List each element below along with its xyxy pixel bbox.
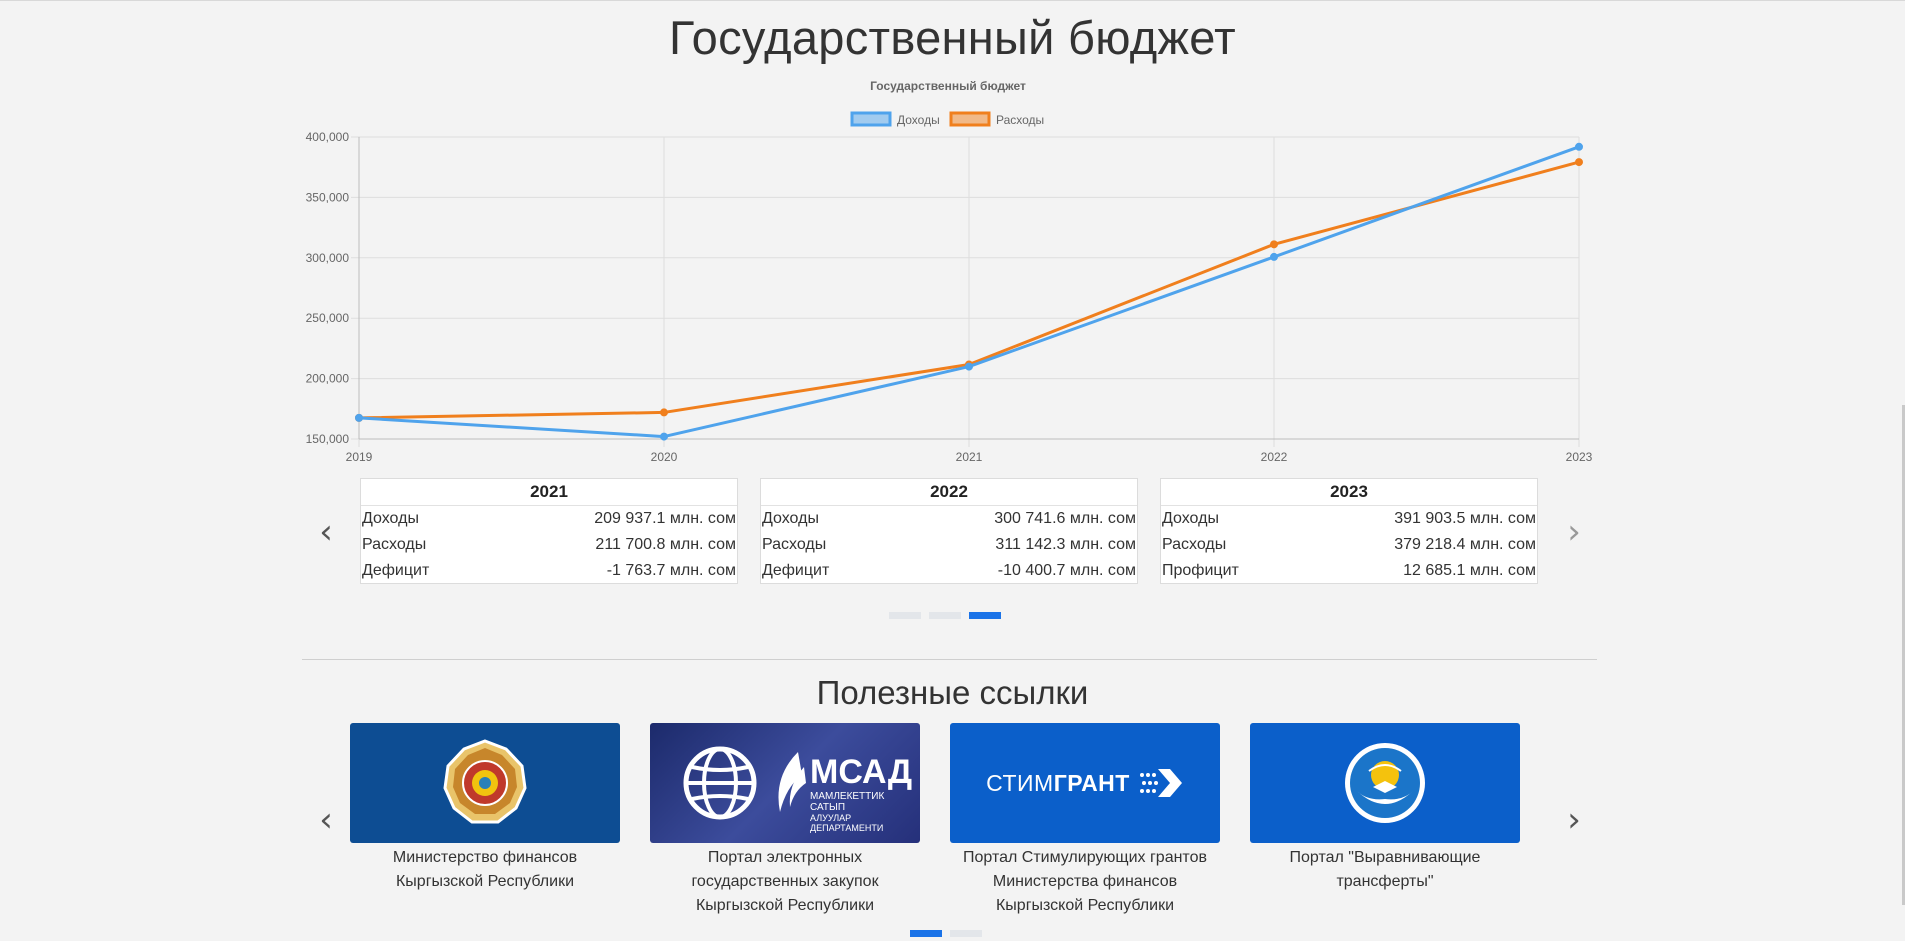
budget-row-value: 311 142.3 млн. сом <box>995 536 1136 553</box>
y-tick-label: 150,000 <box>306 432 350 446</box>
series-point[interactable] <box>355 413 363 422</box>
x-tick-label: 2023 <box>1566 450 1593 464</box>
link-tile[interactable]: СТИМГРАНТ <box>950 723 1220 843</box>
stimgrant-arrow-icon <box>1139 769 1182 797</box>
links-prev-arrow-icon[interactable]: ‹ <box>311 800 341 840</box>
msad-logo-sub2: АЛУУЛАР ДЕПАРТАМЕНТИ <box>810 813 884 833</box>
budget-card-row: Расходы 211 700.8 млн. сом <box>361 532 737 558</box>
links-carousel-indicators[interactable] <box>910 930 982 937</box>
budget-card: 2023 Доходы 391 903.5 млн. сом Расходы 379 2… <box>1160 478 1538 584</box>
series-point[interactable] <box>1270 252 1278 261</box>
ministry-emblem-icon <box>443 739 527 824</box>
budget-row-value: 379 218.4 млн. сом <box>1394 536 1536 553</box>
y-tick-label: 400,000 <box>306 130 350 144</box>
x-tick-label: 2021 <box>956 450 983 464</box>
section-divider <box>302 659 1597 660</box>
kyrgyz-emblem-icon <box>1345 743 1425 823</box>
budget-prev-arrow-icon[interactable]: ‹ <box>311 512 341 552</box>
budget-card: 2022 Доходы 300 741.6 млн. сом Расходы 311 1… <box>760 478 1138 584</box>
budget-row-label: Доходы <box>1162 510 1219 527</box>
x-tick-label: 2019 <box>346 450 373 464</box>
budget-row-label: Расходы <box>362 536 427 553</box>
y-tick-label: 300,000 <box>306 251 350 265</box>
y-tick-label: 200,000 <box>306 372 350 386</box>
budget-card-year: 2023 <box>1161 479 1537 506</box>
link-tile[interactable] <box>350 723 620 843</box>
budget-carousel-indicators[interactable] <box>889 612 1001 619</box>
series-point[interactable] <box>1270 240 1278 249</box>
carousel-indicator[interactable] <box>910 930 942 937</box>
link-tile[interactable]: МСАД МАМЛЕКЕТТИК САТЫП АЛУУЛАР ДЕПАРТАМЕ… <box>650 723 920 843</box>
x-axis-ticks: 2019 2020 2021 2022 2023 <box>346 450 1593 464</box>
chart-grid <box>351 136 1580 447</box>
x-tick-label: 2022 <box>1261 450 1288 464</box>
carousel-indicator[interactable] <box>950 930 982 937</box>
budget-card-row: Доходы 391 903.5 млн. сом <box>1161 506 1537 532</box>
series-point[interactable] <box>1575 158 1583 167</box>
budget-row-label: Расходы <box>1162 536 1227 553</box>
budget-card-year: 2021 <box>361 479 737 506</box>
budget-card-row: Расходы 379 218.4 млн. сом <box>1161 532 1537 558</box>
carousel-indicator[interactable] <box>969 612 1001 619</box>
msad-logo-icon: МСАД МАМЛЕКЕТТИК САТЫП АЛУУЛАР ДЕПАРТАМЕ… <box>810 755 920 833</box>
link-card-ministry[interactable]: Министерство финансов Кыргызской Республ… <box>350 723 620 894</box>
link-caption[interactable]: Портал "Выравнивающие трансферты" <box>1250 846 1520 894</box>
msad-wing-icon <box>778 752 806 812</box>
legend-swatch[interactable] <box>949 111 991 127</box>
carousel-indicator[interactable] <box>929 612 961 619</box>
budget-row-value: -1 763.7 млн. сом <box>606 562 736 579</box>
links-section-title: Полезные ссылки <box>816 674 1089 711</box>
chart-title: Государственный бюджет <box>870 79 1026 93</box>
budget-row-value: 12 685.1 млн. сом <box>1403 562 1536 579</box>
chart-legend[interactable]: Доходы Расходы <box>850 111 1044 127</box>
links-next-arrow-icon[interactable]: › <box>1559 800 1589 840</box>
stimgrant-logo-icon: СТИМГРАНТ <box>986 770 1130 797</box>
budget-card-row: Доходы 209 937.1 млн. сом <box>361 506 737 532</box>
stimgrant-logo-light: СТИМ <box>986 769 1054 796</box>
link-caption[interactable]: Портал электронных государственных закуп… <box>650 846 920 918</box>
budget-line-chart: Государственный бюджет Доходы Расходы 150… <box>306 79 1593 464</box>
legend-swatch[interactable] <box>850 111 892 127</box>
msad-logo-sub1: МАМЛЕКЕТТИК САТЫП <box>810 791 885 813</box>
budget-row-label: Дефицит <box>362 562 430 579</box>
link-card-stimgrant[interactable]: СТИМГРАНТ Портал Стимулирующих грантов М… <box>950 723 1220 918</box>
stimgrant-logo-bold: ГРАНТ <box>1053 769 1130 796</box>
series-point[interactable] <box>660 408 668 417</box>
link-tile[interactable] <box>1250 723 1520 843</box>
legend-label[interactable]: Расходы <box>996 113 1044 127</box>
budget-row-label: Доходы <box>762 510 819 527</box>
budget-row-value: -10 400.7 млн. сом <box>997 562 1136 579</box>
budget-card-year: 2022 <box>761 479 1137 506</box>
budget-card-row: Дефицит -1 763.7 млн. сом <box>361 558 737 584</box>
link-card-procurement[interactable]: МСАД МАМЛЕКЕТТИК САТЫП АЛУУЛАР ДЕПАРТАМЕ… <box>650 723 920 918</box>
series-point[interactable] <box>660 432 668 441</box>
x-tick-label: 2020 <box>651 450 678 464</box>
msad-globe-icon <box>683 746 757 820</box>
budget-row-value: 300 741.6 млн. сом <box>994 510 1136 527</box>
y-axis-ticks: 150,000 200,000 250,000 300,000 350,000 400,0… <box>306 130 350 446</box>
budget-row-label: Дефицит <box>762 562 830 579</box>
budget-card-row: Дефицит -10 400.7 млн. сом <box>761 558 1137 584</box>
link-card-transfers[interactable]: Портал "Выравнивающие трансферты" <box>1250 723 1520 894</box>
budget-row-value: 391 903.5 млн. сом <box>1394 510 1536 527</box>
link-caption[interactable]: Портал Стимулирующих грантов Министерств… <box>950 846 1220 918</box>
budget-row-label: Доходы <box>362 510 419 527</box>
budget-row-label: Профицит <box>1162 562 1239 579</box>
carousel-indicator[interactable] <box>889 612 921 619</box>
series-point[interactable] <box>1575 142 1583 151</box>
budget-card: 2021 Доходы 209 937.1 млн. сом Расходы 211 7… <box>360 478 738 584</box>
y-tick-label: 350,000 <box>306 190 350 204</box>
series-point[interactable] <box>965 362 973 371</box>
budget-card-row: Профицит 12 685.1 млн. сом <box>1161 558 1537 584</box>
link-caption[interactable]: Министерство финансов Кыргызской Республ… <box>350 846 620 894</box>
budget-card-row: Расходы 311 142.3 млн. сом <box>761 532 1137 558</box>
legend-label[interactable]: Доходы <box>897 113 940 127</box>
budget-row-value: 209 937.1 млн. сом <box>594 510 736 527</box>
msad-logo-text: МСАД <box>810 753 913 791</box>
budget-row-label: Расходы <box>762 536 827 553</box>
budget-card-row: Доходы 300 741.6 млн. сом <box>761 506 1137 532</box>
budget-next-arrow-icon[interactable]: › <box>1559 512 1589 552</box>
budget-row-value: 211 700.8 млн. сом <box>595 536 736 553</box>
y-tick-label: 250,000 <box>306 311 350 325</box>
